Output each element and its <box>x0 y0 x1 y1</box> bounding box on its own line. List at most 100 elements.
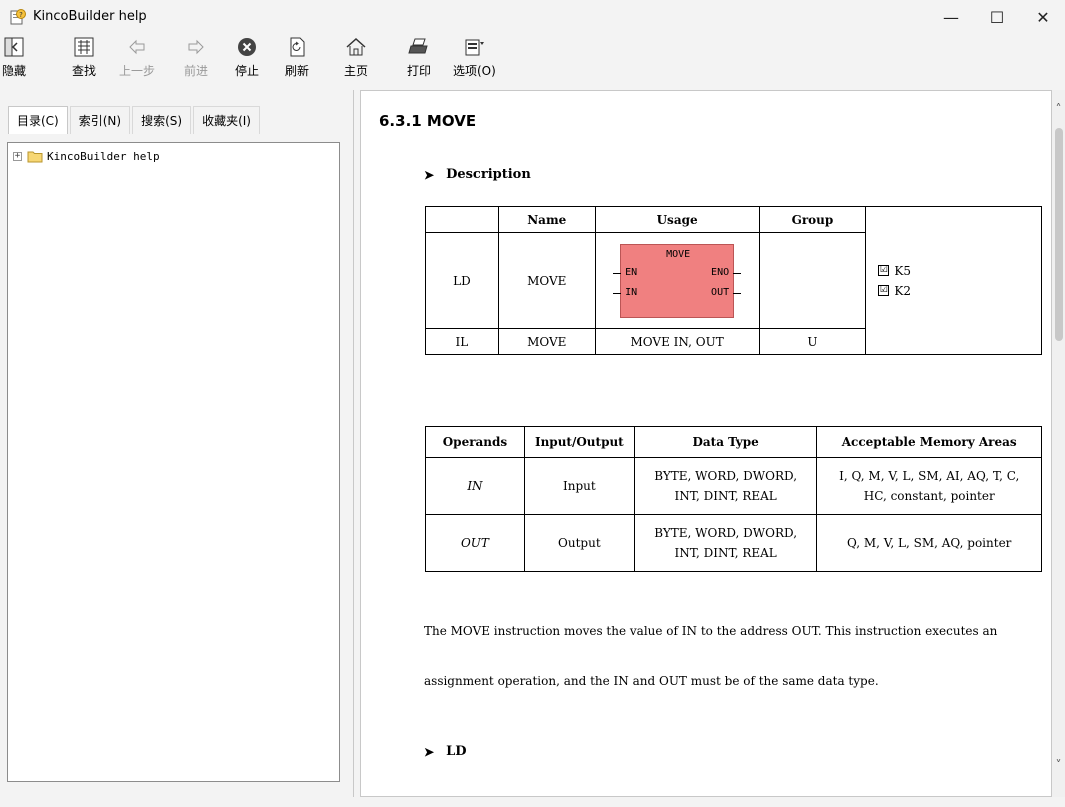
hide-button[interactable]: 隐藏 <box>2 36 26 84</box>
forward-arrow-icon <box>188 39 204 55</box>
check-k2-label: K2 <box>894 283 911 298</box>
pin-line <box>613 272 622 274</box>
description-heading: ➤ Description <box>424 167 531 182</box>
title-bar: ? KincoBuilder help — ☐ ✕ <box>0 0 1065 34</box>
hide-label: 隐藏 <box>2 64 27 78</box>
navigation-pane: 目录(C) 索引(N) 搜索(S) 收藏夹(I) + KincoBuilder … <box>0 90 350 806</box>
ld-row-label: LD <box>425 232 499 329</box>
window-title: KincoBuilder help <box>33 9 147 24</box>
forward-label: 前进 <box>184 64 209 78</box>
table-row: IN Input BYTE, WORD, DWORD, INT, DINT, R… <box>425 457 1042 515</box>
memory-areas-header: Acceptable Memory Areas <box>816 426 1042 458</box>
close-button[interactable]: ✕ <box>1020 0 1065 34</box>
fb-name: MOVE <box>666 248 691 260</box>
tree-item-label: KincoBuilder help <box>47 149 160 163</box>
forward-button[interactable]: 前进 <box>184 36 208 84</box>
operands-table: Operands Input/Output Data Type Acceptab… <box>425 426 1042 572</box>
help-window: ? KincoBuilder help — ☐ ✕ 隐藏 查找 上一步 前进 停… <box>0 0 1065 807</box>
data-type-line: INT, DINT, REAL <box>674 489 777 503</box>
back-button[interactable]: 上一步 <box>119 36 155 84</box>
checkbox-icon: ☑ <box>878 265 890 276</box>
ld-group-cell <box>758 232 867 329</box>
home-button[interactable]: 主页 <box>344 36 368 84</box>
data-type-line: INT, DINT, REAL <box>674 546 777 560</box>
table-corner-cell <box>425 206 499 233</box>
home-label: 主页 <box>344 64 369 78</box>
status-bar <box>0 797 1065 807</box>
fb-pin-in: IN <box>625 286 638 298</box>
move-function-block: MOVE EN ENO IN OUT <box>610 240 744 322</box>
options-button[interactable]: 选项(O) <box>453 36 496 84</box>
expand-icon[interactable]: + <box>13 151 22 161</box>
minimize-button[interactable]: — <box>928 0 974 34</box>
fb-pin-out: OUT <box>711 286 730 298</box>
table-row: OUT Output BYTE, WORD, DWORD, INT, DINT,… <box>425 514 1042 572</box>
il-row-usage: MOVE IN, OUT <box>594 328 760 355</box>
scroll-up-icon[interactable]: ˄ <box>1052 102 1065 116</box>
bullet-icon: ➤ <box>424 744 435 759</box>
pin-line <box>733 272 742 274</box>
refresh-label: 刷新 <box>285 64 310 78</box>
print-button[interactable]: 打印 <box>407 36 431 84</box>
description-paragraph-line1: The MOVE instruction moves the value of … <box>424 624 998 638</box>
pin-line <box>613 292 622 294</box>
data-type-line: BYTE, WORD, DWORD, <box>654 469 798 483</box>
group-header: Group <box>758 206 867 233</box>
cpu-support-cell: ☑ K5 ☑ K2 <box>865 206 1042 355</box>
operands-header: Operands <box>425 426 525 458</box>
memory-areas-line: I, Q, M, V, L, SM, AI, AQ, T, C, <box>839 469 1020 483</box>
pin-line <box>733 292 742 294</box>
folder-icon <box>27 151 43 162</box>
home-icon <box>346 37 366 56</box>
pane-splitter[interactable] <box>353 90 357 806</box>
data-type-header: Data Type <box>633 426 818 458</box>
ld-usage-cell: MOVE EN ENO IN OUT <box>594 232 760 329</box>
nav-tabs: 目录(C) 索引(N) 搜索(S) 收藏夹(I) <box>8 106 262 134</box>
find-label: 查找 <box>72 64 97 78</box>
il-row-label: IL <box>425 328 499 355</box>
data-type-cell: BYTE, WORD, DWORD, INT, DINT, REAL <box>633 514 818 572</box>
fb-pin-eno: ENO <box>711 266 730 278</box>
toolbar: 隐藏 查找 上一步 前进 停止 刷新 主页 打印 选项(O) <box>0 34 1065 88</box>
checkbox-icon: ☑ <box>878 285 890 296</box>
hide-pane-icon <box>4 37 24 57</box>
il-row-name: MOVE <box>497 328 596 355</box>
printer-icon <box>408 38 428 54</box>
options-label: 选项(O) <box>453 64 496 78</box>
fb-pin-en: EN <box>625 266 638 278</box>
tab-favorites[interactable]: 收藏夹(I) <box>193 106 260 134</box>
maximize-button[interactable]: ☐ <box>974 0 1020 34</box>
stop-button[interactable]: 停止 <box>235 36 259 84</box>
stop-icon <box>238 38 256 56</box>
check-k5: ☑ K5 <box>878 264 1041 278</box>
memory-areas-cell: I, Q, M, V, L, SM, AI, AQ, T, C, HC, con… <box>816 457 1042 515</box>
ld-heading-text: LD <box>446 744 467 759</box>
tab-contents[interactable]: 目录(C) <box>8 106 68 134</box>
operand-cell: IN <box>425 457 525 515</box>
data-type-cell: BYTE, WORD, DWORD, INT, DINT, REAL <box>633 457 818 515</box>
scroll-thumb[interactable] <box>1055 128 1063 341</box>
find-icon <box>74 37 94 57</box>
back-arrow-icon <box>129 39 145 55</box>
refresh-icon <box>290 37 305 57</box>
il-row-group: U <box>758 328 867 355</box>
io-header: Input/Output <box>523 426 635 458</box>
tab-index[interactable]: 索引(N) <box>69 106 131 134</box>
check-k5-label: K5 <box>894 263 911 278</box>
refresh-button[interactable]: 刷新 <box>285 36 309 84</box>
print-label: 打印 <box>407 64 432 78</box>
content-scrollbar[interactable]: ˄ ˅ <box>1052 90 1065 797</box>
options-icon <box>465 39 485 56</box>
description-paragraph-line2: assignment operation, and the IN and OUT… <box>424 674 879 688</box>
ld-row-name: MOVE <box>497 232 596 329</box>
scroll-down-icon[interactable]: ˅ <box>1052 758 1065 772</box>
io-cell: Output <box>523 514 635 572</box>
find-button[interactable]: 查找 <box>72 36 96 84</box>
tree-item-root[interactable]: + KincoBuilder help <box>13 148 160 164</box>
contents-tree: + KincoBuilder help <box>7 142 340 782</box>
tab-search[interactable]: 搜索(S) <box>132 106 192 134</box>
data-type-line: BYTE, WORD, DWORD, <box>654 526 798 540</box>
memory-areas-cell: Q, M, V, L, SM, AQ, pointer <box>816 514 1042 572</box>
description-heading-text: Description <box>446 167 531 182</box>
help-app-icon: ? <box>10 9 26 25</box>
